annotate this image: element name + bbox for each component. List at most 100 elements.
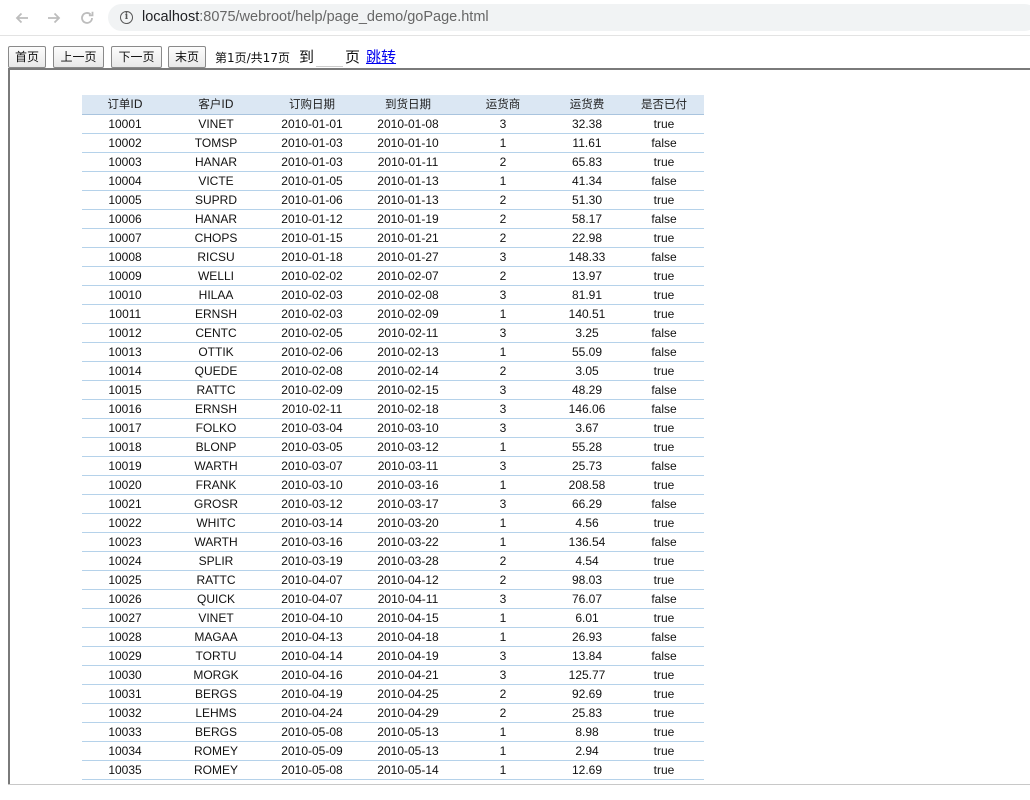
table-cell: 3 xyxy=(456,114,550,134)
address-bar[interactable]: i localhost:8075/webroot/help/page_demo/… xyxy=(108,4,1030,31)
table-cell: 10016 xyxy=(82,399,168,419)
table-cell: 10023 xyxy=(82,532,168,552)
first-page-button[interactable]: 首页 xyxy=(8,46,46,68)
jump-link[interactable]: 跳转 xyxy=(366,46,396,67)
info-icon[interactable]: i xyxy=(120,11,133,24)
last-page-button[interactable]: 末页 xyxy=(168,46,206,68)
table-cell: 2010-03-04 xyxy=(264,418,360,438)
table-cell: 10006 xyxy=(82,209,168,229)
table-cell: GROSR xyxy=(168,494,264,514)
table-cell: false xyxy=(624,456,704,476)
table-cell: 10021 xyxy=(82,494,168,514)
table-cell: 2010-01-19 xyxy=(360,209,456,229)
table-cell: 10008 xyxy=(82,247,168,267)
table-cell: 2010-03-07 xyxy=(264,456,360,476)
page-number-input[interactable] xyxy=(316,45,343,67)
table-cell: 6.01 xyxy=(550,608,624,628)
table-cell: 2010-05-08 xyxy=(264,760,360,780)
table-cell: 3 xyxy=(456,399,550,419)
browser-toolbar: i localhost:8075/webroot/help/page_demo/… xyxy=(0,0,1030,36)
table-cell: true xyxy=(624,266,704,286)
table-cell: true xyxy=(624,437,704,457)
url-path: :8075/webroot/help/page_demo/goPage.html xyxy=(199,9,489,25)
table-row: 10009 WELLI 2010-02-02 2010-02-07 2 13.97 true xyxy=(82,266,704,286)
table-cell: true xyxy=(624,418,704,438)
table-cell: 10017 xyxy=(82,418,168,438)
table-cell: 2010-03-10 xyxy=(264,475,360,495)
table-cell: 2010-02-14 xyxy=(360,361,456,381)
table-row: 10020 FRANK 2010-03-10 2010-03-16 1 208.58 tru… xyxy=(82,475,704,495)
table-row: 10019 WARTH 2010-03-07 2010-03-11 3 25.73 fals… xyxy=(82,456,704,476)
table-cell: 2010-03-12 xyxy=(360,437,456,457)
table-cell: 2010-03-16 xyxy=(360,475,456,495)
table-cell: true xyxy=(624,570,704,590)
table-cell: true xyxy=(624,361,704,381)
table-cell: 1 xyxy=(456,608,550,628)
prev-page-button[interactable]: 上一页 xyxy=(53,46,104,68)
table-header-row: 订单ID 客户ID 订购日期 到货日期 运货商 运货费 是否已付 xyxy=(82,95,704,115)
table-cell: 55.28 xyxy=(550,437,624,457)
table-cell: 2010-05-09 xyxy=(264,741,360,761)
table-cell: 2 xyxy=(456,266,550,286)
table-cell: false xyxy=(624,342,704,362)
table-cell: 2010-02-05 xyxy=(264,323,360,343)
table-cell: 11.61 xyxy=(550,133,624,153)
table-cell: true xyxy=(624,114,704,134)
table-cell: 2010-03-19 xyxy=(264,551,360,571)
table-cell: 10013 xyxy=(82,342,168,362)
table-cell: 146.06 xyxy=(550,399,624,419)
table-cell: false xyxy=(624,133,704,153)
table-cell: 10010 xyxy=(82,285,168,305)
arrow-left-icon[interactable] xyxy=(10,6,34,30)
table-cell: 2010-03-11 xyxy=(360,456,456,476)
table-cell: 41.34 xyxy=(550,171,624,191)
table-row: 10013 OTTIK 2010-02-06 2010-02-13 1 55.09 fals… xyxy=(82,342,704,362)
table-cell: 2010-01-03 xyxy=(264,152,360,172)
table-cell: 12.69 xyxy=(550,760,624,780)
table-cell: 10002 xyxy=(82,133,168,153)
column-header: 运货商 xyxy=(456,95,550,115)
table-cell: 10025 xyxy=(82,570,168,590)
table-cell: 10031 xyxy=(82,684,168,704)
table-cell: true xyxy=(624,304,704,324)
table-cell: 76.07 xyxy=(550,589,624,609)
table-cell: 10034 xyxy=(82,741,168,761)
table-cell: true xyxy=(624,722,704,742)
table-cell: RICSU xyxy=(168,247,264,267)
pager-toolbar: 首页 上一页 下一页 末页 第1页/共17页 到 页 跳转 xyxy=(0,38,1030,68)
table-cell: BERGS xyxy=(168,722,264,742)
table-cell: 65.83 xyxy=(550,152,624,172)
table-row: 10004 VICTE 2010-01-05 2010-01-13 1 41.34 fals… xyxy=(82,171,704,191)
table-cell: 4.54 xyxy=(550,551,624,571)
table-cell: WELLI xyxy=(168,266,264,286)
table-cell: 81.91 xyxy=(550,285,624,305)
table-cell: 2010-02-08 xyxy=(264,361,360,381)
arrow-right-icon[interactable] xyxy=(42,6,66,30)
table-cell: 2.94 xyxy=(550,741,624,761)
table-cell: HANAR xyxy=(168,209,264,229)
table-cell: 2010-02-11 xyxy=(264,399,360,419)
table-cell: 2010-02-09 xyxy=(360,304,456,324)
table-cell: HANAR xyxy=(168,152,264,172)
table-row: 10031 BERGS 2010-04-19 2010-04-25 2 92.69 true xyxy=(82,684,704,704)
table-cell: false xyxy=(624,171,704,191)
table-cell: VINET xyxy=(168,114,264,134)
reload-icon[interactable] xyxy=(75,6,99,30)
table-row: 10021 GROSR 2010-03-12 2010-03-17 3 66.29 fals… xyxy=(82,494,704,514)
table-row: 10002 TOMSP 2010-01-03 2010-01-10 1 11.61 fals… xyxy=(82,133,704,153)
orders-table: 订单ID 客户ID 订购日期 到货日期 运货商 运货费 是否已付 10001 VI… xyxy=(82,95,704,780)
next-page-button[interactable]: 下一页 xyxy=(111,46,162,68)
table-cell: 2010-04-29 xyxy=(360,703,456,723)
table-cell: true xyxy=(624,760,704,780)
frame-divider xyxy=(8,784,1030,785)
table-cell: 25.83 xyxy=(550,703,624,723)
table-cell: 22.98 xyxy=(550,228,624,248)
table-cell: 2 xyxy=(456,228,550,248)
table-cell: true xyxy=(624,684,704,704)
table-cell: 1 xyxy=(456,304,550,324)
table-cell: 1 xyxy=(456,475,550,495)
table-cell: QUICK xyxy=(168,589,264,609)
table-cell: 2010-04-12 xyxy=(360,570,456,590)
table-cell: 10030 xyxy=(82,665,168,685)
table-cell: 66.29 xyxy=(550,494,624,514)
